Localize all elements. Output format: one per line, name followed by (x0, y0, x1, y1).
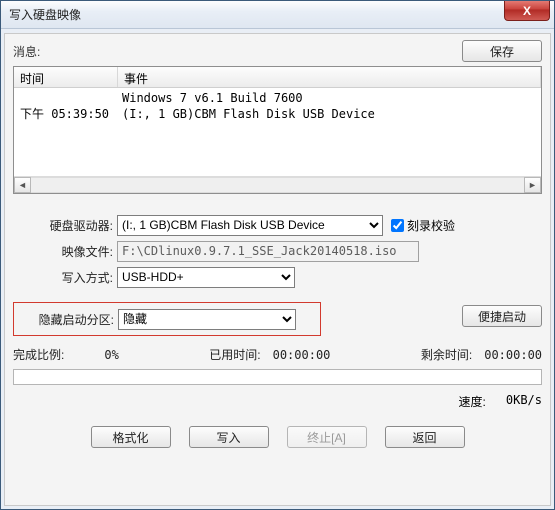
burn-verify-label: 刻录校验 (407, 217, 455, 234)
elapsed-label: 已用时间: (209, 346, 260, 363)
back-button[interactable]: 返回 (385, 426, 465, 448)
burn-verify-checkbox[interactable]: 刻录校验 (391, 217, 455, 234)
hide-boot-label: 隐藏启动分区: (14, 311, 118, 328)
image-file-label: 映像文件: (13, 243, 117, 260)
burn-verify-input[interactable] (391, 219, 404, 232)
client-area: 消息: 保存 时间 事件 Windows 7 v6.1 Build 7600 下 (1, 29, 554, 509)
log-event: Windows 7 v6.1 Build 7600 (118, 90, 541, 106)
image-file-field[interactable] (117, 241, 419, 262)
speed-value: 0KB/s (506, 393, 542, 410)
write-mode-row: 写入方式: USB-HDD+ (13, 264, 542, 290)
window: 写入硬盘映像 X 消息: 保存 时间 事件 Windows 7 (0, 0, 555, 510)
dialog-body: 消息: 保存 时间 事件 Windows 7 v6.1 Build 7600 下 (4, 33, 551, 506)
image-file-row: 映像文件: (13, 238, 542, 264)
close-button[interactable]: X (504, 1, 550, 21)
log-event: (I:, 1 GB)CBM Flash Disk USB Device (118, 106, 541, 122)
titlebar: 写入硬盘映像 X (1, 1, 554, 29)
log-header: 时间 事件 (14, 67, 541, 88)
hide-boot-select[interactable]: 隐藏 (118, 309, 296, 330)
message-label: 消息: (13, 43, 40, 60)
scroll-left-icon[interactable]: ◄ (14, 177, 31, 193)
log-time (14, 90, 118, 106)
scroll-right-icon[interactable]: ► (524, 177, 541, 193)
write-mode-label: 写入方式: (13, 269, 117, 286)
log-list: 时间 事件 Windows 7 v6.1 Build 7600 下午 05:39… (13, 66, 542, 194)
scroll-track[interactable] (31, 177, 524, 193)
save-button[interactable]: 保存 (462, 40, 542, 62)
highlight-box: 隐藏启动分区: 隐藏 (13, 302, 321, 336)
disk-drive-row: 硬盘驱动器: (I:, 1 GB)CBM Flash Disk USB Devi… (13, 212, 542, 238)
progress-value: 0% (104, 348, 118, 362)
remain-value: 00:00:00 (484, 348, 542, 362)
disk-drive-label: 硬盘驱动器: (13, 217, 117, 234)
write-mode-select[interactable]: USB-HDD+ (117, 267, 295, 288)
speed-label: 速度: (459, 393, 486, 410)
progress-bar (13, 369, 542, 385)
col-time-header[interactable]: 时间 (14, 67, 118, 87)
format-button[interactable]: 格式化 (91, 426, 171, 448)
list-item[interactable]: Windows 7 v6.1 Build 7600 (14, 90, 541, 106)
log-body: Windows 7 v6.1 Build 7600 下午 05:39:50 (I… (14, 88, 541, 176)
disk-drive-select[interactable]: (I:, 1 GB)CBM Flash Disk USB Device (117, 215, 383, 236)
col-event-header[interactable]: 事件 (118, 67, 541, 87)
window-title: 写入硬盘映像 (1, 6, 81, 23)
bottom-buttons: 格式化 写入 终止[A] 返回 (13, 426, 542, 448)
log-time: 下午 05:39:50 (14, 106, 118, 122)
horizontal-scrollbar[interactable]: ◄ ► (14, 176, 541, 193)
hide-boot-row: 隐藏启动分区: 隐藏 便捷启动 (13, 296, 542, 336)
list-item[interactable]: 下午 05:39:50 (I:, 1 GB)CBM Flash Disk USB… (14, 106, 541, 122)
progress-label: 完成比例: (13, 346, 64, 363)
speed-row: 速度: 0KB/s (13, 393, 542, 410)
abort-button[interactable]: 终止[A] (287, 426, 367, 448)
message-row: 消息: 保存 (13, 40, 542, 62)
quick-start-button[interactable]: 便捷启动 (462, 305, 542, 327)
remain-label: 剩余时间: (421, 346, 472, 363)
elapsed-value: 00:00:00 (273, 348, 331, 362)
write-button[interactable]: 写入 (189, 426, 269, 448)
close-icon: X (523, 4, 531, 18)
form-area: 硬盘驱动器: (I:, 1 GB)CBM Flash Disk USB Devi… (13, 212, 542, 448)
progress-row: 完成比例: 0% 已用时间: 00:00:00 剩余时间: 00:00:00 (13, 346, 542, 363)
